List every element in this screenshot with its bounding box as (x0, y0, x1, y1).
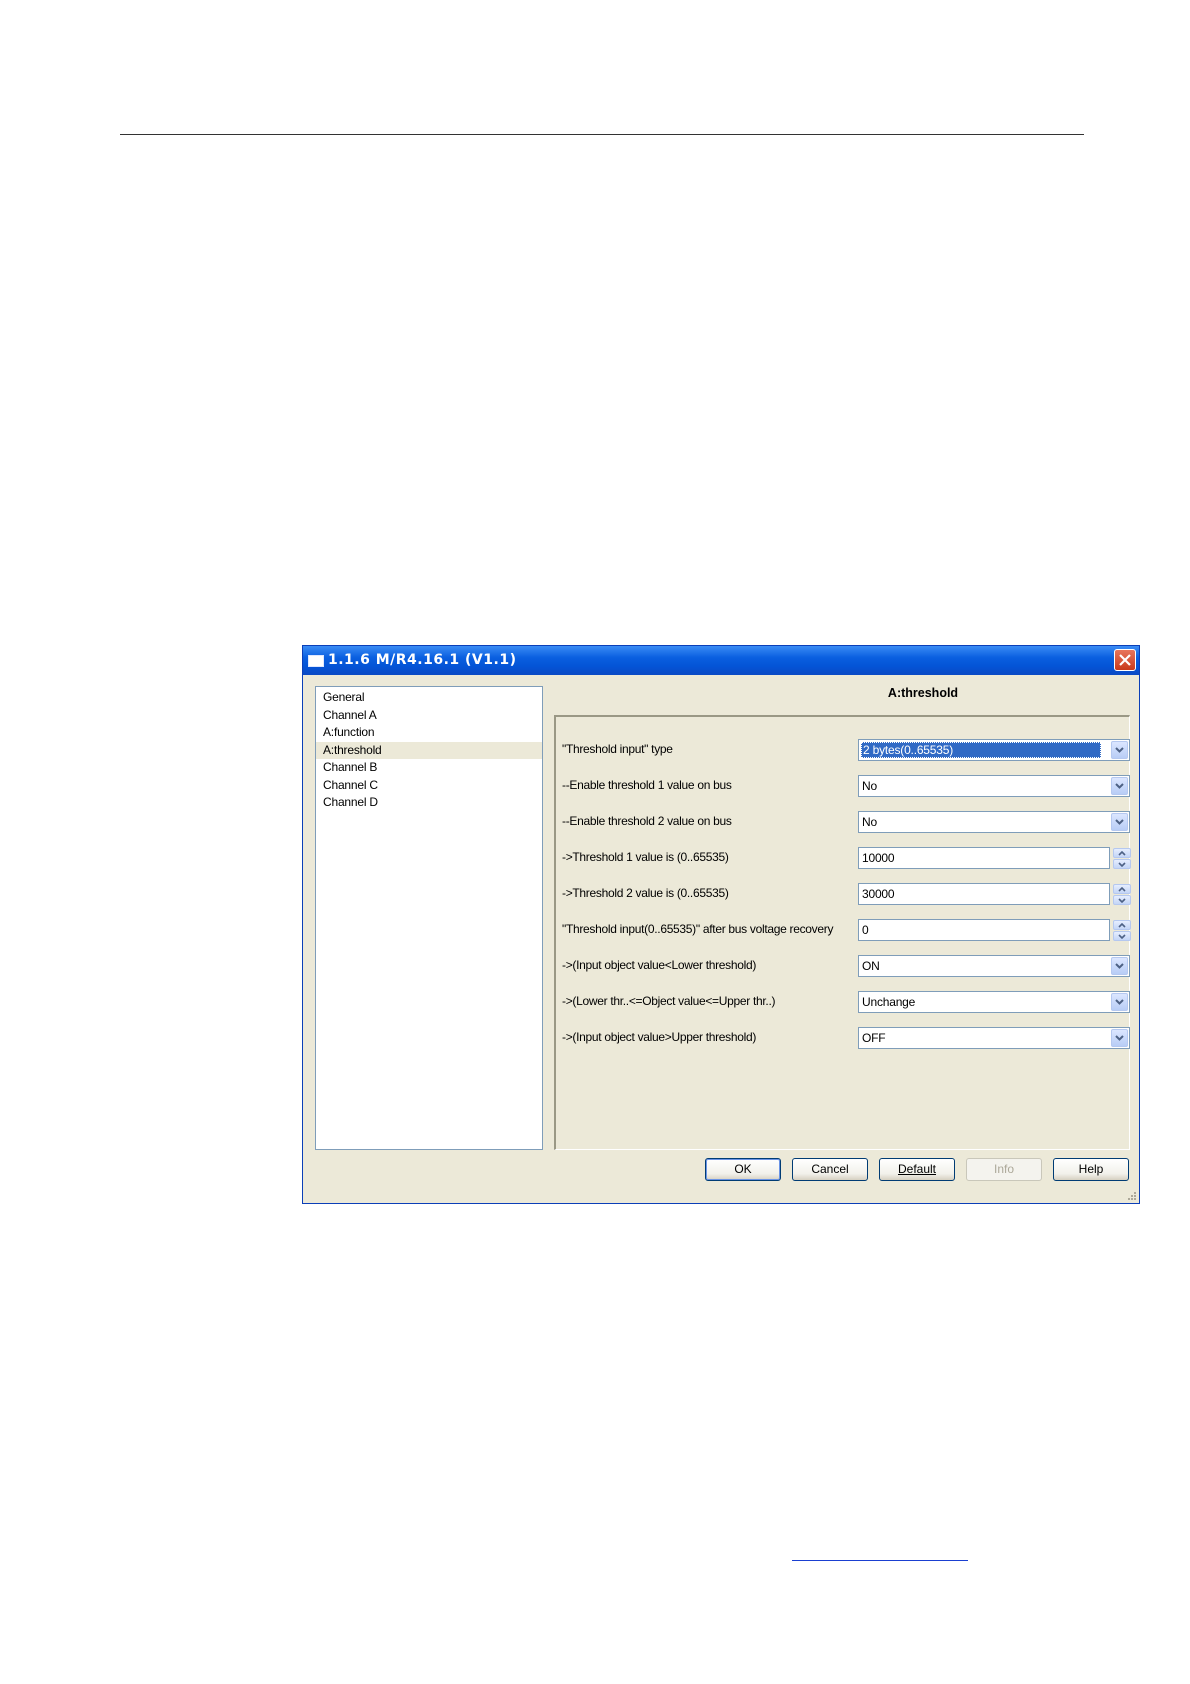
parameter-dropdown[interactable]: Unchange (858, 991, 1130, 1013)
chevron-down-icon[interactable] (1111, 993, 1128, 1011)
tree-item-channel-a[interactable]: Channel A (316, 707, 542, 725)
window-icon (308, 655, 324, 667)
parameter-row: --Enable threshold 2 value on bus No (562, 803, 1130, 839)
dialog-window: 1.1.6 M/R4.16.1 (V1.1) General Channel AA… (302, 645, 1140, 1204)
info-button: Info (966, 1158, 1042, 1181)
tree-item-a-function[interactable]: A:function (316, 724, 542, 742)
control-value: ON (862, 959, 880, 973)
chevron-down-icon[interactable] (1111, 813, 1128, 831)
parameter-row: ->(Input object value>Upper threshold) OF… (562, 1019, 1130, 1055)
ok-button[interactable]: OK (705, 1158, 781, 1181)
control-value: 30000 (862, 887, 895, 901)
parameter-tree: General Channel A A:function A:threshold Cha… (315, 686, 543, 1150)
cancel-button[interactable]: Cancel (792, 1158, 868, 1181)
page-header-rule (120, 134, 1084, 135)
close-icon (1119, 654, 1131, 666)
chevron-down-icon[interactable] (1111, 957, 1128, 975)
parameter-spinner-input[interactable]: 30000 (858, 883, 1131, 905)
info-button-label: Info (993, 1162, 1014, 1176)
window-title: 1.1.6 M/R4.16.1 (V1.1) (328, 652, 517, 668)
spin-up-icon[interactable] (1113, 884, 1131, 894)
footer-link-underline (792, 1560, 968, 1561)
parameter-spinner-input[interactable]: 0 (858, 919, 1131, 941)
parameter-row: ->(Input object value<Lower threshold) ON (562, 947, 1130, 983)
spin-down-icon[interactable] (1113, 895, 1131, 905)
control-value: No (862, 815, 877, 829)
chevron-down-icon[interactable] (1111, 777, 1128, 795)
parameter-label: ->(Lower thr..<=Object value<=Upper thr.… (562, 994, 776, 1008)
spinner-buttons (1113, 920, 1132, 942)
control-value: Unchange (862, 995, 916, 1009)
spinner-buttons (1113, 848, 1132, 870)
title-bar[interactable]: 1.1.6 M/R4.16.1 (V1.1) (303, 646, 1139, 675)
spin-up-icon[interactable] (1113, 920, 1131, 930)
parameter-row: ->(Lower thr..<=Object value<=Upper thr.… (562, 983, 1130, 1019)
tree-item-general[interactable]: General (316, 689, 542, 707)
control-value: 10000 (862, 851, 895, 865)
parameter-dropdown[interactable]: No (858, 811, 1130, 833)
default-button[interactable]: Default (879, 1158, 955, 1181)
parameter-label: ->(Input object value>Upper threshold) (562, 1030, 757, 1044)
parameter-row: ->Threshold 1 value is (0..65535) 10000 (562, 839, 1131, 875)
parameter-row: --Enable threshold 1 value on bus No (562, 767, 1130, 803)
parameter-label: ->Threshold 2 value is (0..65535) (562, 886, 729, 900)
parameter-row: ->Threshold 2 value is (0..65535) 30000 (562, 875, 1131, 911)
control-value: No (862, 779, 877, 793)
help-button[interactable]: Help (1053, 1158, 1129, 1181)
tree-item-a-threshold[interactable]: A:threshold (316, 741, 542, 759)
panel-title: A:threshold (887, 686, 959, 700)
parameter-dropdown[interactable]: 2 bytes(0..65535) (858, 739, 1130, 761)
parameter-label: "Threshold input" type (562, 742, 673, 756)
parameter-label: ->Threshold 1 value is (0..65535) (562, 850, 729, 864)
chevron-down-icon[interactable] (1111, 1029, 1128, 1047)
tree-item-channel-d[interactable]: Channel D (316, 794, 542, 812)
spin-up-icon[interactable] (1113, 848, 1131, 858)
spin-down-icon[interactable] (1113, 859, 1131, 869)
tree-item-channel-c[interactable]: Channel C (316, 777, 542, 795)
control-value: 2 bytes(0..65535) (861, 742, 1101, 758)
chevron-down-icon[interactable] (1111, 741, 1128, 759)
help-button-label: Help (1078, 1162, 1104, 1176)
parameter-dropdown[interactable]: No (858, 775, 1130, 797)
spinner-buttons (1113, 884, 1132, 906)
parameter-dropdown[interactable]: ON (858, 955, 1130, 977)
default-button-label: Default (897, 1162, 937, 1176)
control-value: OFF (862, 1031, 886, 1045)
control-value: 0 (862, 923, 869, 937)
parameter-panel: "Threshold input" type 2 bytes(0..65535) -… (554, 715, 1131, 1150)
parameter-label: --Enable threshold 1 value on bus (562, 778, 732, 792)
parameter-label: ->(Input object value<Lower threshold) (562, 958, 757, 972)
parameter-row: "Threshold input(0..65535)" after bus vo… (562, 911, 1131, 947)
resize-grip-icon[interactable] (1127, 1191, 1137, 1201)
spin-down-icon[interactable] (1113, 931, 1131, 941)
parameter-label: "Threshold input(0..65535)" after bus vo… (562, 922, 834, 936)
parameter-row: "Threshold input" type 2 bytes(0..65535) (562, 731, 1130, 767)
parameter-label: --Enable threshold 2 value on bus (562, 814, 732, 828)
parameter-spinner-input[interactable]: 10000 (858, 847, 1131, 869)
parameter-dropdown[interactable]: OFF (858, 1027, 1130, 1049)
tree-item-channel-b[interactable]: Channel B (316, 759, 542, 777)
close-button[interactable] (1114, 649, 1136, 671)
